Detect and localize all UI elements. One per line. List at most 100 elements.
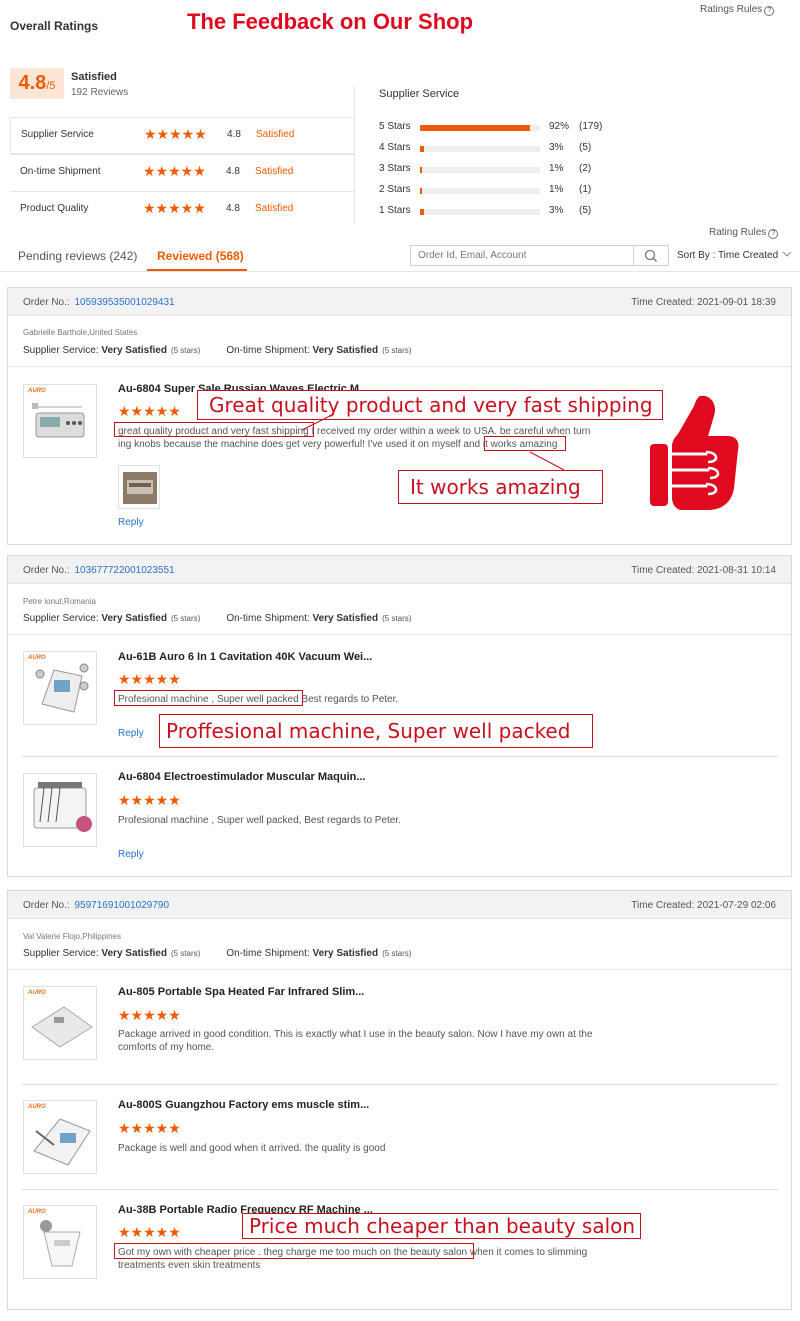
dist-bar-track	[420, 125, 540, 131]
item-divider	[22, 756, 778, 757]
rating-rules-link[interactable]: Rating Rules?	[709, 227, 779, 239]
supplier-service-label: Supplier Service:	[23, 345, 99, 356]
product-title[interactable]: Au-61B Auro 6 In 1 Cavitation 40K Vacuum…	[118, 651, 372, 663]
order-id-link[interactable]: 105939535001029431	[74, 297, 174, 308]
distribution-row: 5 Stars 92% (179)	[379, 121, 639, 135]
dist-bar-track	[420, 188, 540, 194]
help-icon: ?	[768, 229, 779, 239]
product-title[interactable]: Au-805 Portable Spa Heated Far Infrared …	[118, 986, 364, 998]
order-id-link[interactable]: 103677722001023551	[74, 565, 174, 576]
metric-word: Satisfied	[255, 203, 294, 214]
dist-bar-fill	[420, 209, 424, 215]
product-image	[32, 403, 85, 438]
ratings-rules-link[interactable]: Ratings Rules?	[700, 4, 775, 16]
supplier-service-value: Very Satisfied	[101, 345, 167, 356]
dist-bar-track	[420, 209, 540, 215]
overall-score-word: Satisfied	[71, 71, 117, 83]
product-thumbnail[interactable]: AURO	[23, 384, 97, 458]
tabs-divider	[0, 271, 800, 272]
distribution-row: 4 Stars 3% (5)	[379, 142, 639, 156]
distribution-row: 3 Stars 1% (2)	[379, 163, 639, 177]
review-text-part: Best regards to Peter.	[298, 694, 399, 705]
product-thumbnail[interactable]	[23, 773, 97, 847]
review-text-part: Package is well and good when it arrived…	[118, 1143, 386, 1154]
search-input[interactable]	[410, 245, 634, 266]
order-no-label: Order No.:	[23, 297, 70, 308]
order-time: Time Created: 2021-07-29 02:06	[631, 900, 776, 911]
reply-link[interactable]: Reply	[118, 517, 144, 528]
overall-score-badge: 4.8/5	[10, 68, 64, 99]
dist-percent: 1%	[549, 184, 564, 195]
dist-count: (1)	[579, 184, 592, 195]
overall-ratings-title: Overall Ratings	[10, 19, 99, 33]
service-ratings: Supplier Service: Very Satisfied (5 stars…	[23, 345, 411, 356]
search-button[interactable]	[633, 245, 669, 266]
order-time: Time Created: 2021-08-31 10:14	[631, 565, 776, 576]
ontime-shipment-label: On-time Shipment:	[226, 345, 310, 356]
help-icon: ?	[764, 6, 775, 16]
metric-score: 4.8	[226, 203, 240, 214]
dist-count: (5)	[579, 142, 592, 153]
review-text-part: ing knobs because the machine does get v…	[118, 439, 483, 450]
metric-stars: ★★★★★	[143, 163, 206, 179]
metric-label: Product Quality	[20, 203, 89, 214]
thumbs-up-icon	[650, 395, 739, 510]
metric-row-supplier-service: Supplier Service ★★★★★ 4.8 Satisfied	[10, 117, 355, 154]
dist-label: 1 Stars	[379, 205, 411, 216]
distribution-title: Supplier Service	[379, 88, 460, 100]
supplier-service-stars: (5 stars)	[170, 949, 201, 958]
sort-dropdown[interactable]: Sort By : Time Created	[677, 250, 792, 261]
order-id-link[interactable]: 95971691001029790	[74, 900, 169, 911]
annotation-callout: Price much cheaper than beauty salon	[242, 1213, 641, 1239]
brand-logo: AURO	[28, 388, 46, 394]
dist-label: 2 Stars	[379, 184, 411, 195]
ontime-shipment-label: On-time Shipment:	[226, 613, 310, 624]
review-text-part: comforts of my home.	[118, 1042, 215, 1053]
supplier-service-label: Supplier Service:	[23, 613, 99, 624]
buyer-name: Gabrielle Barthole,United States	[23, 328, 138, 337]
service-ratings: Supplier Service: Very Satisfied (5 stars…	[23, 948, 411, 959]
brand-logo: AURO	[28, 1104, 46, 1110]
brand-logo: AURO	[28, 990, 46, 996]
product-stars: ★★★★★	[118, 1120, 181, 1136]
distribution-row: 1 Stars 3% (5)	[379, 205, 639, 219]
highlight-box	[484, 436, 566, 451]
product-image	[31, 1006, 93, 1048]
product-title[interactable]: Au-6804 Electroestimulador Muscular Maqu…	[118, 771, 366, 783]
annotation-callout: Great quality product and very fast ship…	[197, 390, 663, 420]
reply-link[interactable]: Reply	[118, 849, 144, 860]
supplier-service-stars: (5 stars)	[170, 614, 201, 623]
product-thumbnail[interactable]: AURO	[23, 651, 97, 725]
dist-label: 3 Stars	[379, 163, 411, 174]
metric-label: Supplier Service	[21, 129, 94, 140]
review-photo[interactable]	[118, 465, 160, 509]
product-stars: ★★★★★	[118, 671, 181, 687]
time-value: 2021-09-01 18:39	[697, 297, 776, 308]
order-divider	[8, 969, 791, 970]
dist-bar-fill	[420, 188, 423, 194]
supplier-service-stars: (5 stars)	[170, 346, 201, 355]
product-stars: ★★★★★	[118, 1007, 181, 1023]
product-stars: ★★★★★	[118, 792, 181, 808]
tab-reviewed[interactable]: Reviewed (568)	[157, 249, 244, 263]
ontime-shipment-value: Very Satisfied	[312, 948, 379, 959]
product-thumbnail[interactable]: AURO	[23, 1100, 97, 1174]
reply-link[interactable]: Reply	[118, 728, 144, 739]
time-label: Time Created:	[631, 565, 695, 576]
highlight-box	[114, 690, 303, 706]
order-header: Order No.: 95971691001029790 Time Create…	[8, 891, 791, 919]
tab-pending-reviews[interactable]: Pending reviews (242)	[18, 249, 137, 263]
product-thumbnail[interactable]: AURO	[23, 1205, 97, 1279]
product-stars: ★★★★★	[118, 403, 181, 419]
order-no-label: Order No.:	[23, 900, 70, 911]
review-text: Package is well and good when it arrived…	[118, 1142, 678, 1155]
order-number: Order No.: 95971691001029790	[23, 900, 169, 911]
review-photo-image	[123, 472, 157, 504]
dist-count: (5)	[579, 205, 592, 216]
product-thumbnail[interactable]: AURO	[23, 986, 97, 1060]
dist-count: (179)	[579, 121, 603, 132]
overall-score-suffix: /5	[46, 80, 56, 92]
product-image	[33, 1118, 91, 1166]
rating-rules-label: Rating Rules	[709, 227, 767, 238]
product-title[interactable]: Au-800S Guangzhou Factory ems muscle sti…	[118, 1099, 369, 1111]
